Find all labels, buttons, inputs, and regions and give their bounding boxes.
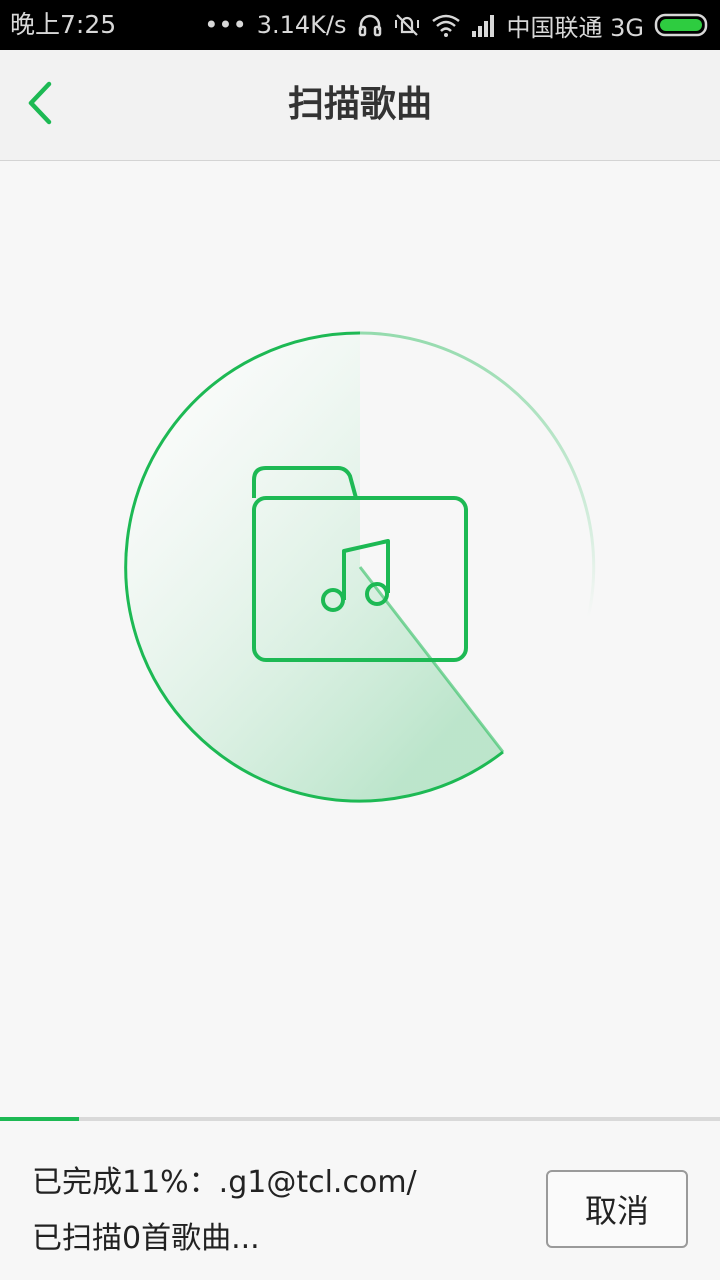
status-dots: ••• [204,11,247,39]
status-time: 晚上7:25 [10,10,117,39]
scan-area [0,161,720,1117]
scan-sector [125,332,503,801]
status-carrier: 中国联通 3G [506,13,645,42]
battery-icon [654,12,710,38]
status-net-speed: 3.14K/s [256,11,347,39]
title-bar: 扫描歌曲 [0,50,720,161]
chevron-left-icon [25,80,55,130]
scan-progress-text: 已完成11%：.g1@tcl.com/ [32,1165,417,1200]
status-bar: 晚上7:25 ••• 3.14K/s 中国联通 3G [0,0,720,50]
mute-vibrate-icon [393,12,421,38]
scan-count-text: 已扫描0首歌曲... [32,1221,260,1256]
headphones-icon [357,12,383,38]
wifi-icon [431,13,461,37]
cancel-button[interactable]: 取消 [546,1170,688,1248]
back-button[interactable] [10,75,70,135]
scan-footer: 已完成11%：.g1@tcl.com/ 已扫描0首歌曲... 取消 [0,1121,720,1280]
status-right-group: ••• 3.14K/s 中国联通 3G [204,0,710,50]
scan-radar-graphic [124,331,596,803]
signal-icon [471,13,497,37]
page-title: 扫描歌曲 [287,84,432,125]
